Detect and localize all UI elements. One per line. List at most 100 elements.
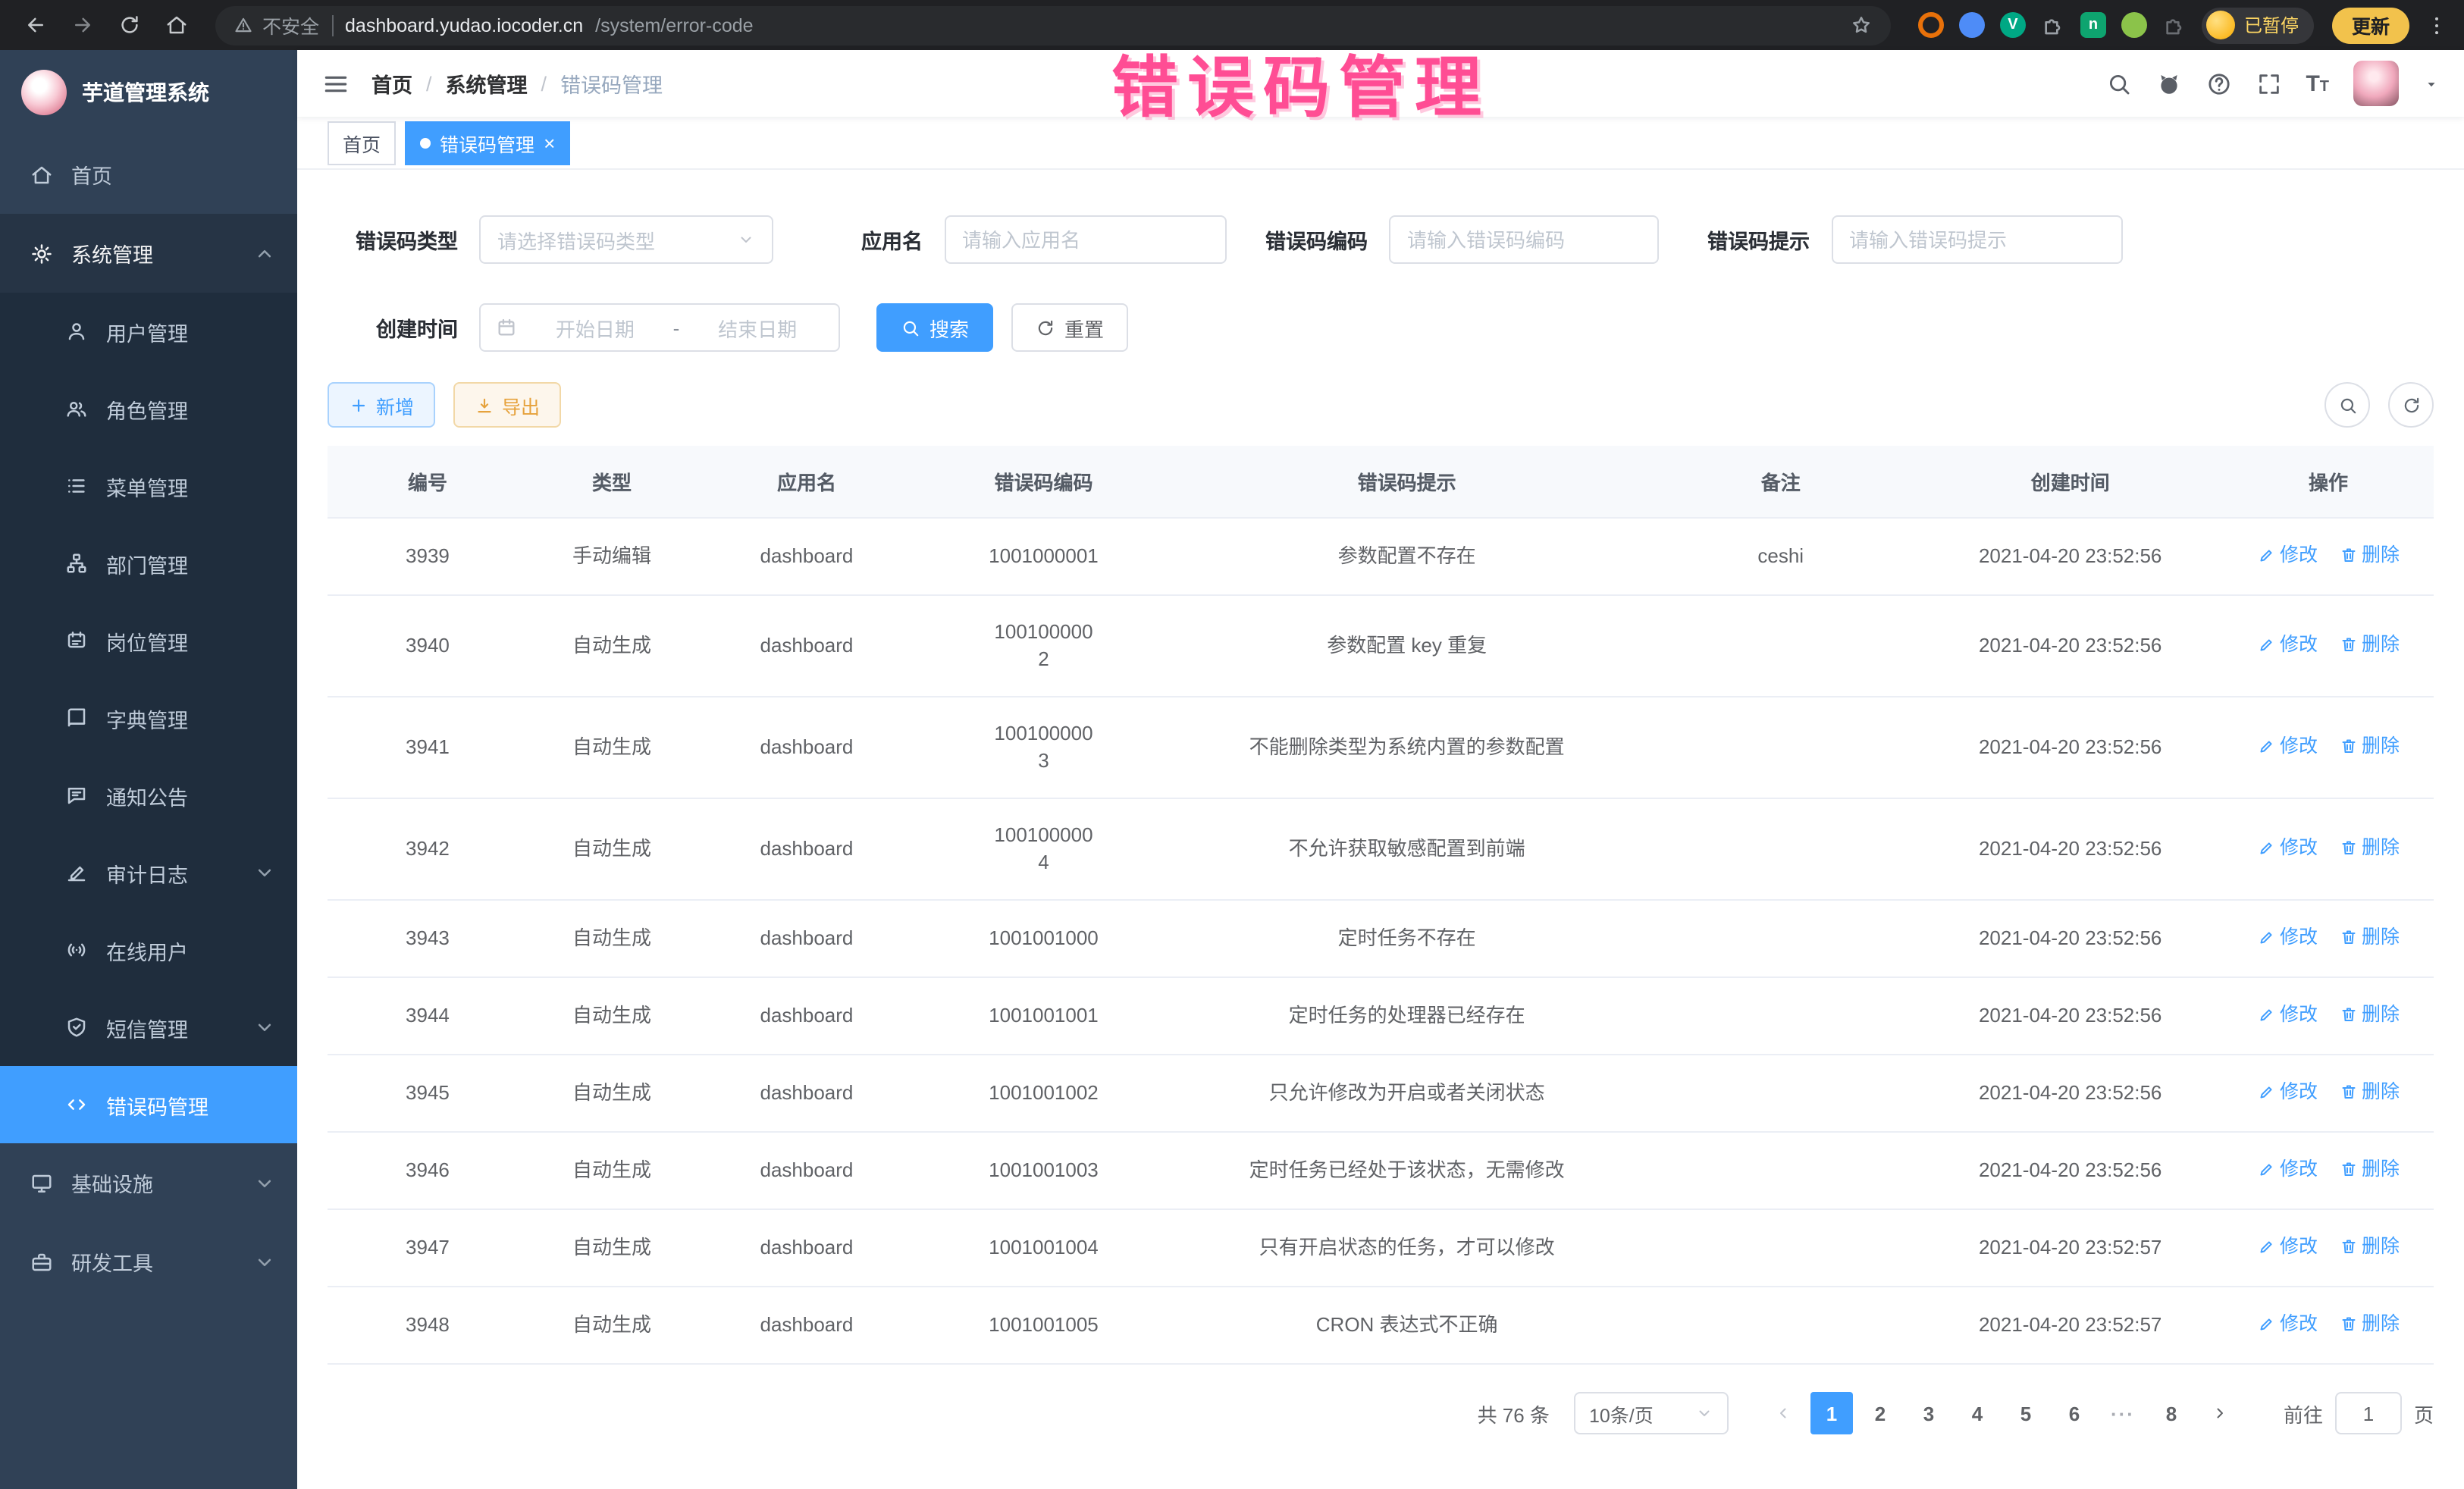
reload-icon[interactable]: [109, 5, 150, 45]
delete-link[interactable]: 删除: [2339, 1233, 2400, 1260]
delete-link[interactable]: 删除: [2339, 1078, 2400, 1105]
edit-link[interactable]: 修改: [2257, 1233, 2318, 1260]
tab-1[interactable]: 错误码管理×: [405, 121, 570, 165]
browser-toolbar: 不安全 dashboard.yudao.iocoder.cn /system/e…: [0, 0, 2464, 50]
show-search-button[interactable]: [2324, 382, 2370, 428]
sidebar-item-edit[interactable]: 审计日志: [0, 834, 297, 911]
sidebar-item-list[interactable]: 菜单管理: [0, 447, 297, 525]
goto-page: 前往 页: [2284, 1392, 2434, 1434]
browser-update-button[interactable]: 更新: [2332, 7, 2409, 43]
back-icon[interactable]: [15, 5, 56, 45]
sidebar-item-user[interactable]: 用户管理: [0, 293, 297, 370]
edit-link[interactable]: 修改: [2257, 732, 2318, 760]
page-button-2[interactable]: 2: [1859, 1392, 1901, 1434]
edit-link[interactable]: 修改: [2257, 631, 2318, 658]
error-hint-input[interactable]: [1831, 215, 2122, 264]
extension-icon[interactable]: n: [2080, 12, 2106, 38]
sidebar-item-gear[interactable]: 系统管理: [0, 214, 297, 293]
page-button-5[interactable]: 5: [2005, 1392, 2047, 1434]
page-button-1[interactable]: 1: [1810, 1392, 1853, 1434]
browser-profile-badge[interactable]: 已暂停: [2202, 7, 2314, 43]
sidebar-item-label: 首页: [71, 159, 276, 190]
extension-icon[interactable]: [2041, 13, 2065, 37]
extension-icon[interactable]: V: [2000, 12, 2026, 38]
avatar-caret-icon[interactable]: [2423, 75, 2440, 92]
next-page-button[interactable]: [2199, 1392, 2241, 1434]
page-size-select[interactable]: 10条/页: [1574, 1392, 1729, 1434]
export-button[interactable]: 导出: [453, 382, 561, 428]
extension-icon[interactable]: [1918, 12, 1944, 38]
sidebar-item-org[interactable]: 部门管理: [0, 525, 297, 602]
add-button-label: 新增: [376, 390, 414, 419]
delete-link[interactable]: 删除: [2339, 732, 2400, 760]
hamburger-icon[interactable]: [321, 69, 350, 98]
delete-link[interactable]: 删除: [2339, 923, 2400, 951]
docs-help-icon[interactable]: [2205, 71, 2231, 96]
error-code-input[interactable]: [1389, 215, 1659, 264]
cell-message: 定时任务不存在: [1170, 900, 1644, 977]
sidebar-item-code[interactable]: 错误码管理: [0, 1066, 297, 1143]
prev-page-button[interactable]: [1762, 1392, 1804, 1434]
delete-link[interactable]: 删除: [2339, 1155, 2400, 1183]
table-row: 3939手动编辑dashboard1001000001参数配置不存在ceshi2…: [328, 518, 2434, 595]
edit-link[interactable]: 修改: [2257, 923, 2318, 951]
bookmark-star-icon[interactable]: [1850, 14, 1873, 36]
goto-suffix: 页: [2414, 1399, 2434, 1428]
search-button[interactable]: 搜索: [876, 303, 993, 352]
delete-link[interactable]: 删除: [2339, 541, 2400, 569]
edit-link[interactable]: 修改: [2257, 1078, 2318, 1105]
page-button-6[interactable]: 6: [2053, 1392, 2096, 1434]
pager-ellipsis[interactable]: ···: [2102, 1392, 2144, 1434]
github-icon[interactable]: [2155, 71, 2181, 96]
browser-menu-icon[interactable]: [2425, 13, 2449, 37]
edit-link[interactable]: 修改: [2257, 1310, 2318, 1337]
pencil-icon: [2257, 635, 2275, 654]
edit-link[interactable]: 修改: [2257, 1001, 2318, 1028]
header-search-icon[interactable]: [2105, 71, 2131, 96]
breadcrumb-system[interactable]: 系统管理: [446, 68, 528, 99]
sidebar-item-badge[interactable]: 岗位管理: [0, 602, 297, 679]
extension-icon[interactable]: [1959, 12, 1985, 38]
sidebar-item-chat[interactable]: 通知公告: [0, 757, 297, 834]
refresh-table-button[interactable]: [2388, 382, 2434, 428]
delete-link[interactable]: 删除: [2339, 834, 2400, 861]
sidebar-item-sms[interactable]: 短信管理: [0, 989, 297, 1066]
delete-link[interactable]: 删除: [2339, 1310, 2400, 1337]
sidebar-item-book[interactable]: 字典管理: [0, 679, 297, 757]
date-range-picker[interactable]: 开始日期 - 结束日期: [479, 303, 840, 352]
page-button-3[interactable]: 3: [1908, 1392, 1950, 1434]
user-avatar[interactable]: [2353, 61, 2399, 106]
tab-close-icon[interactable]: ×: [544, 133, 555, 152]
delete-link[interactable]: 删除: [2339, 631, 2400, 658]
extension-icon[interactable]: [2121, 12, 2147, 38]
edit-link[interactable]: 修改: [2257, 834, 2318, 861]
forward-icon[interactable]: [62, 5, 103, 45]
sidebar-item-home[interactable]: 首页: [0, 135, 297, 214]
address-bar[interactable]: 不安全 dashboard.yudao.iocoder.cn /system/e…: [215, 5, 1891, 45]
tab-0[interactable]: 首页: [328, 121, 396, 165]
edit-link[interactable]: 修改: [2257, 541, 2318, 569]
sidebar-item-online[interactable]: 在线用户: [0, 911, 297, 989]
page-button-8[interactable]: 8: [2150, 1392, 2193, 1434]
error-type-select[interactable]: 请选择错误码类型: [479, 215, 773, 264]
reset-button[interactable]: 重置: [1011, 303, 1128, 352]
fullscreen-icon[interactable]: [2256, 71, 2281, 96]
security-status[interactable]: 不安全: [234, 11, 319, 39]
page-button-4[interactable]: 4: [1956, 1392, 1998, 1434]
add-button[interactable]: 新增: [328, 382, 435, 428]
cell-remark: [1644, 900, 1917, 977]
goto-page-input[interactable]: [2335, 1392, 2402, 1434]
delete-link[interactable]: 删除: [2339, 1001, 2400, 1028]
edit-link[interactable]: 修改: [2257, 1155, 2318, 1183]
extensions-menu-icon[interactable]: [2162, 13, 2187, 37]
app-logo[interactable]: 芋道管理系统: [0, 50, 297, 135]
table-row: 3940自动生成dashboard100100000 2参数配置 key 重复2…: [328, 595, 2434, 697]
home-icon[interactable]: [156, 5, 197, 45]
breadcrumb-home[interactable]: 首页: [371, 68, 412, 99]
sidebar-item-infra[interactable]: 基础设施: [0, 1143, 297, 1222]
font-size-icon[interactable]: TT: [2306, 72, 2329, 95]
sidebar-item-tools[interactable]: 研发工具: [0, 1222, 297, 1301]
app-name-input[interactable]: [944, 215, 1226, 264]
sidebar-item-users[interactable]: 角色管理: [0, 370, 297, 447]
table-row: 3941自动生成dashboard100100000 3不能删除类型为系统内置的…: [328, 697, 2434, 798]
